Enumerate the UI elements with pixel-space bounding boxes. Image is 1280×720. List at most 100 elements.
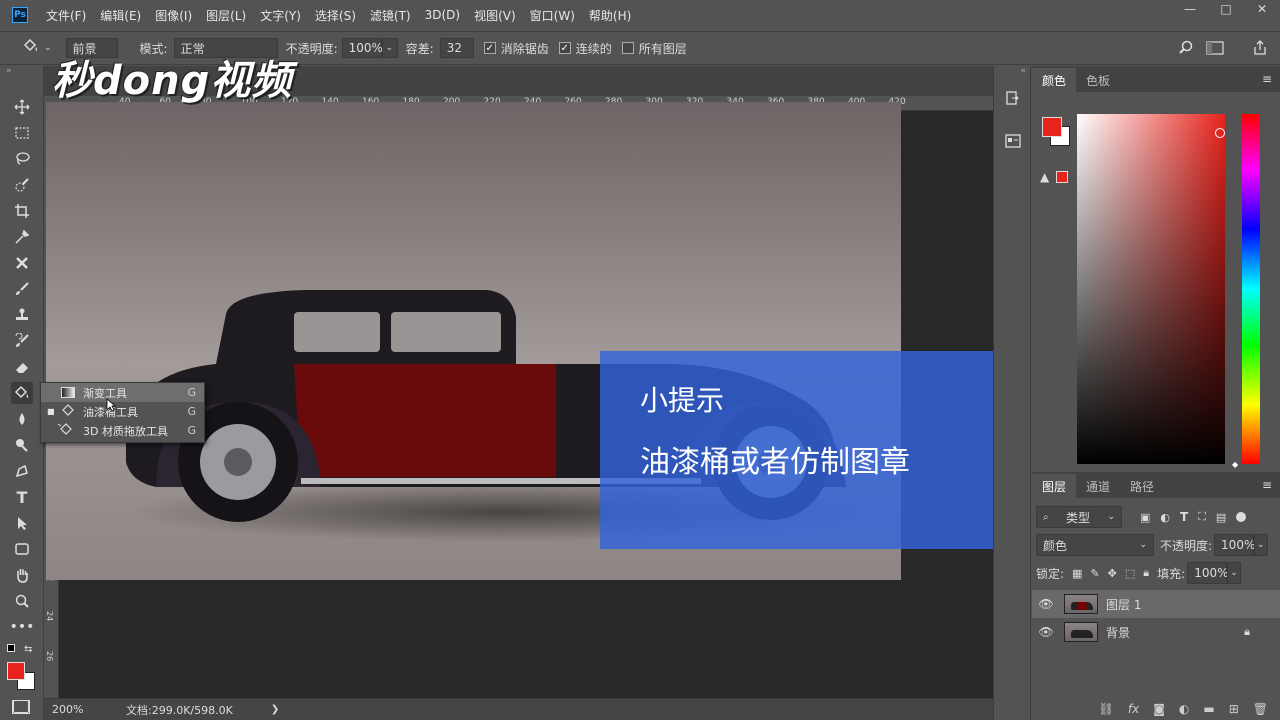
tab-swatches[interactable]: 色板 xyxy=(1076,68,1120,92)
rectangle-tool-icon[interactable] xyxy=(11,538,33,560)
status-menu-arrow-icon[interactable]: ❯ xyxy=(271,704,279,715)
add-mask-icon[interactable]: ◙ xyxy=(1153,702,1165,716)
lock-position-icon[interactable]: ✥ xyxy=(1108,567,1117,580)
adjustment-layer-icon[interactable]: ◐ xyxy=(1179,702,1189,716)
swap-colors-icon[interactable]: ⇆ xyxy=(24,644,32,655)
history-brush-tool-icon[interactable] xyxy=(11,330,33,352)
layer-name[interactable]: 图层 1 xyxy=(1106,596,1141,613)
marquee-tool-icon[interactable] xyxy=(11,122,33,144)
filter-smart-object-icon[interactable]: ▤ xyxy=(1216,511,1226,524)
quick-selection-tool-icon[interactable] xyxy=(11,174,33,196)
filter-pixel-icon[interactable]: ▣ xyxy=(1140,511,1150,524)
delete-layer-icon[interactable]: 🗑︎ xyxy=(1253,702,1268,716)
lasso-tool-icon[interactable] xyxy=(11,148,33,170)
filter-adjustment-icon[interactable]: ◐ xyxy=(1160,511,1170,524)
3d-material-drop-menu-item[interactable]: 3D 材质拖放工具 G xyxy=(41,421,204,440)
menu-layer[interactable]: 图层(L) xyxy=(206,7,246,24)
hue-slider-handle[interactable]: ◆ xyxy=(1232,460,1238,469)
blend-mode-select[interactable]: 颜色 ⌄ xyxy=(1036,534,1154,556)
tab-color[interactable]: 颜色 xyxy=(1032,68,1077,92)
layer-opacity-input[interactable]: 100% xyxy=(1214,534,1255,556)
menu-edit[interactable]: 编辑(E) xyxy=(100,7,141,24)
menu-window[interactable]: 窗口(W) xyxy=(530,7,575,24)
zoom-level[interactable]: 200% xyxy=(52,703,112,716)
paint-bucket-tool-icon[interactable] xyxy=(11,382,33,404)
paint-bucket-preset-icon[interactable] xyxy=(22,38,40,58)
properties-panel-icon[interactable] xyxy=(1004,132,1022,153)
layer-row[interactable]: 👁︎ 背景 🔒︎ xyxy=(1032,618,1280,646)
new-group-icon[interactable]: ▬ xyxy=(1203,702,1214,716)
gamut-color-swatch[interactable] xyxy=(1056,171,1068,183)
screen-mode-icon[interactable] xyxy=(12,700,30,714)
eraser-tool-icon[interactable] xyxy=(11,356,33,378)
search-icon[interactable] xyxy=(1178,40,1194,59)
menu-select[interactable]: 选择(S) xyxy=(315,7,356,24)
link-layers-icon[interactable]: ⛓ xyxy=(1099,702,1114,716)
filter-shape-icon[interactable]: ⛶ xyxy=(1198,510,1206,524)
fill-input[interactable]: 100% xyxy=(1187,562,1229,584)
zoom-tool-icon[interactable] xyxy=(11,590,33,612)
opacity-input[interactable]: 100% xyxy=(341,38,383,58)
blur-tool-icon[interactable] xyxy=(11,408,33,430)
history-panel-icon[interactable] xyxy=(1004,90,1022,111)
menu-view[interactable]: 视图(V) xyxy=(474,7,516,24)
menu-image[interactable]: 图像(I) xyxy=(155,7,192,24)
healing-brush-tool-icon[interactable] xyxy=(11,252,33,274)
eyedropper-tool-icon[interactable] xyxy=(11,226,33,248)
panel-fg-color-swatch[interactable] xyxy=(1042,117,1062,137)
menu-file[interactable]: 文件(F) xyxy=(46,7,86,24)
crop-tool-icon[interactable] xyxy=(11,200,33,222)
layer-name[interactable]: 背景 xyxy=(1106,624,1130,641)
tab-layers[interactable]: 图层 xyxy=(1032,474,1077,498)
dodge-tool-icon[interactable] xyxy=(11,434,33,456)
paint-bucket-menu-item[interactable]: ■ 油漆桶工具 G xyxy=(41,402,204,421)
share-icon[interactable] xyxy=(1252,40,1268,59)
layer-opacity-chevron-icon[interactable]: ⌄ xyxy=(1254,534,1269,556)
contiguous-checkbox[interactable]: ✓ xyxy=(558,42,571,54)
gradient-tool-menu-item[interactable]: 渐变工具 G xyxy=(41,383,204,402)
menu-filter[interactable]: 滤镜(T) xyxy=(370,7,411,24)
visibility-eye-icon[interactable]: 👁︎ xyxy=(1032,597,1060,611)
tab-channels[interactable]: 通道 xyxy=(1076,474,1120,498)
all-layers-checkbox[interactable] xyxy=(621,42,634,54)
lock-artboard-icon[interactable]: ⬚ xyxy=(1125,567,1135,580)
move-tool-icon[interactable] xyxy=(11,96,33,118)
fx-icon[interactable]: fx xyxy=(1128,702,1139,716)
workspace-icon[interactable] xyxy=(1206,40,1224,59)
hue-slider[interactable] xyxy=(1242,114,1260,464)
foreground-color-swatch[interactable] xyxy=(7,662,25,680)
tolerance-input[interactable]: 32 xyxy=(439,38,474,58)
saturation-value-picker[interactable] xyxy=(1077,114,1225,464)
tab-paths[interactable]: 路径 xyxy=(1120,474,1164,498)
new-layer-icon[interactable]: ⊞ xyxy=(1229,702,1239,716)
visibility-eye-icon[interactable]: 👁︎ xyxy=(1032,625,1060,639)
menu-type[interactable]: 文字(Y) xyxy=(260,7,301,24)
expand-panels-icon[interactable]: « xyxy=(1020,66,1026,76)
antialias-checkbox[interactable]: ✓ xyxy=(483,42,496,54)
default-colors-icon[interactable] xyxy=(7,644,15,652)
clone-stamp-tool-icon[interactable] xyxy=(11,304,33,326)
lock-transparent-icon[interactable]: ▦ xyxy=(1072,567,1082,580)
color-panel-menu-icon[interactable]: ≡ xyxy=(1262,72,1272,86)
menu-3d[interactable]: 3D(D) xyxy=(425,8,460,22)
filter-toggle-icon[interactable] xyxy=(1236,512,1247,522)
menu-help[interactable]: 帮助(H) xyxy=(589,7,631,24)
fill-chevron-icon[interactable]: ⌄ xyxy=(1227,562,1242,584)
filter-type-icon[interactable]: T xyxy=(1180,510,1188,524)
close-button[interactable]: ✕ xyxy=(1252,2,1272,16)
layer-row[interactable]: 👁︎ 图层 1 xyxy=(1032,590,1280,618)
more-tools-icon[interactable]: ••• xyxy=(10,616,35,638)
collapse-toolbar-icon[interactable]: » xyxy=(6,66,12,76)
hand-tool-icon[interactable] xyxy=(11,564,33,586)
preset-dropdown-chevron-icon[interactable]: ⌄ xyxy=(44,43,52,53)
lock-pixels-icon[interactable]: ✎ xyxy=(1090,567,1099,580)
opacity-dropdown-chevron-icon[interactable]: ⌄ xyxy=(381,38,398,58)
layers-panel-menu-icon[interactable]: ≡ xyxy=(1262,478,1272,492)
restore-button[interactable]: □ xyxy=(1216,2,1236,16)
pen-tool-icon[interactable] xyxy=(11,460,33,482)
lock-all-icon[interactable]: 🔒︎ xyxy=(1143,566,1149,580)
type-tool-icon[interactable]: T xyxy=(11,486,33,508)
layer-filter-select[interactable]: ⌕ 类型 ⌄ xyxy=(1036,506,1122,528)
path-selection-tool-icon[interactable] xyxy=(11,512,33,534)
brush-tool-icon[interactable] xyxy=(11,278,33,300)
